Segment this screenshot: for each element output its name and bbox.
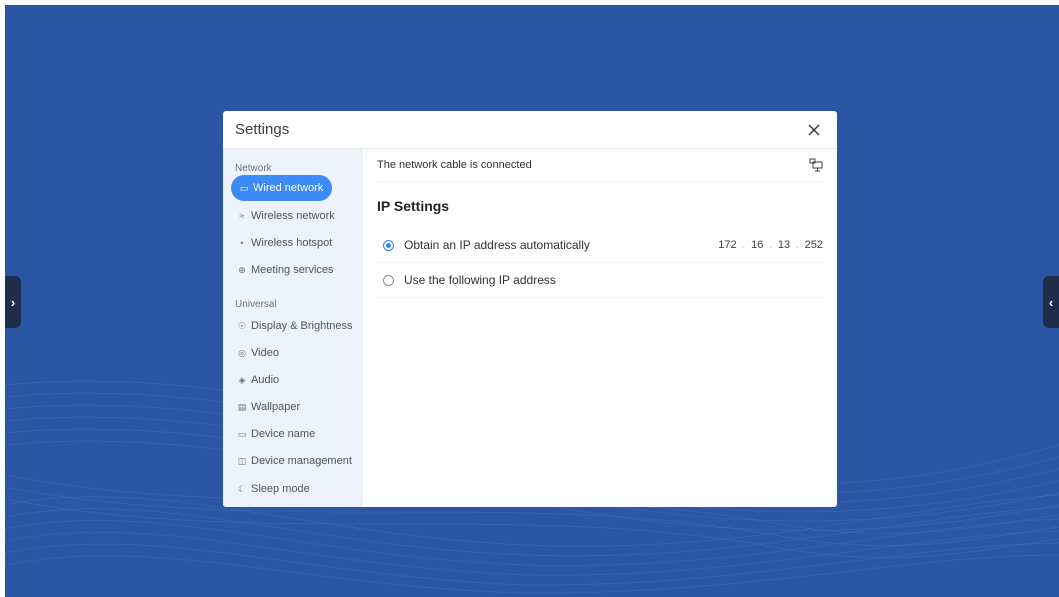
sidebar-item-device-management[interactable]: ◫ Device management <box>231 448 352 474</box>
dialog-header: Settings <box>223 111 837 149</box>
sidebar-item-label: Wallpaper <box>251 401 301 413</box>
left-edge-toggle[interactable]: › <box>5 276 21 328</box>
ip-separator: . <box>796 240 799 250</box>
settings-dialog: Settings Network ▭ Wired network ≈ Wirel… <box>223 111 837 507</box>
sidebar-item-device-name[interactable]: ▭ Device name <box>231 421 315 447</box>
dialog-title: Settings <box>235 121 290 138</box>
monitor-icon: ▭ <box>239 182 249 193</box>
close-button[interactable] <box>801 117 827 143</box>
wallpaper-icon: ▤ <box>237 401 247 412</box>
device-management-icon: ◫ <box>237 455 247 466</box>
sidebar-item-label: Device name <box>251 428 316 440</box>
sidebar-item-label: Meeting services <box>251 264 334 276</box>
chevron-left-icon: ‹ <box>1048 294 1054 310</box>
ip-octet-1: 172 <box>718 239 737 251</box>
sidebar-item-audio[interactable]: ◈ Audio <box>231 367 280 393</box>
sidebar-item-label: Sleep mode <box>251 483 310 495</box>
sleep-icon: ☾ <box>237 483 247 494</box>
chevron-right-icon: › <box>10 294 16 310</box>
network-status-row: The network cable is connected <box>377 149 823 182</box>
section-label-network: Network <box>235 163 272 174</box>
close-icon <box>808 124 820 136</box>
sidebar-item-wired-network[interactable]: ▭ Wired network <box>231 175 333 201</box>
network-status-text: The network cable is connected <box>377 159 532 171</box>
sidebar-item-wireless-hotspot[interactable]: • Wireless hotspot <box>231 230 332 256</box>
ip-settings-title: IP Settings <box>377 198 450 214</box>
ip-separator: . <box>742 240 746 250</box>
hotspot-icon: • <box>240 238 244 248</box>
option-use-following-ip[interactable]: Use the following IP address <box>377 263 823 298</box>
device-icon: ▭ <box>237 428 247 439</box>
sidebar-item-label: Display & Brightness <box>251 320 353 332</box>
sidebar-item-label: Video <box>251 347 279 359</box>
sidebar-item-label: Wireless hotspot <box>251 237 333 249</box>
sidebar-item-wallpaper[interactable]: ▤ Wallpaper <box>231 394 300 420</box>
option-obtain-ip-automatically[interactable]: Obtain an IP address automatically 172 .… <box>377 228 823 263</box>
sidebar-item-wireless-network[interactable]: ≈ Wireless network <box>231 203 335 229</box>
settings-content: The network cable is connected IP Settin… <box>363 149 837 507</box>
right-edge-toggle[interactable]: ‹ <box>1043 276 1059 328</box>
ethernet-icon <box>809 158 823 172</box>
sidebar-item-label: Wireless network <box>251 210 335 222</box>
option-label: Obtain an IP address automatically <box>404 238 590 252</box>
sidebar-item-label: Wired network <box>253 182 324 194</box>
globe-icon: ⊕ <box>238 264 246 275</box>
ip-octet-4: 252 <box>804 239 823 251</box>
option-label: Use the following IP address <box>404 273 556 287</box>
video-icon: ◎ <box>238 347 246 358</box>
sidebar-item-label: Audio <box>251 374 280 386</box>
audio-icon: ◈ <box>238 374 246 385</box>
radio-selected[interactable] <box>383 239 394 251</box>
ip-octet-3: 13 <box>777 239 791 251</box>
settings-sidebar: Network ▭ Wired network ≈ Wireless netwo… <box>223 149 363 507</box>
sidebar-item-meeting-services[interactable]: ⊕ Meeting services <box>231 257 334 283</box>
sidebar-item-display-brightness[interactable]: ☉ Display & Brightness <box>231 313 353 339</box>
section-label-universal: Universal <box>235 299 277 310</box>
ip-address-display: 172 . 16 . 13 . 252 <box>718 239 823 251</box>
sidebar-item-video[interactable]: ◎ Video <box>231 340 279 366</box>
radio-unselected[interactable] <box>383 274 394 286</box>
eye-icon: ☉ <box>237 320 247 331</box>
ip-octet-2: 16 <box>751 239 764 251</box>
sidebar-item-label: Device management <box>251 455 352 467</box>
wifi-icon: ≈ <box>239 211 245 221</box>
ip-separator: . <box>769 240 772 250</box>
sidebar-item-sleep-mode[interactable]: ☾ Sleep mode <box>231 476 310 502</box>
